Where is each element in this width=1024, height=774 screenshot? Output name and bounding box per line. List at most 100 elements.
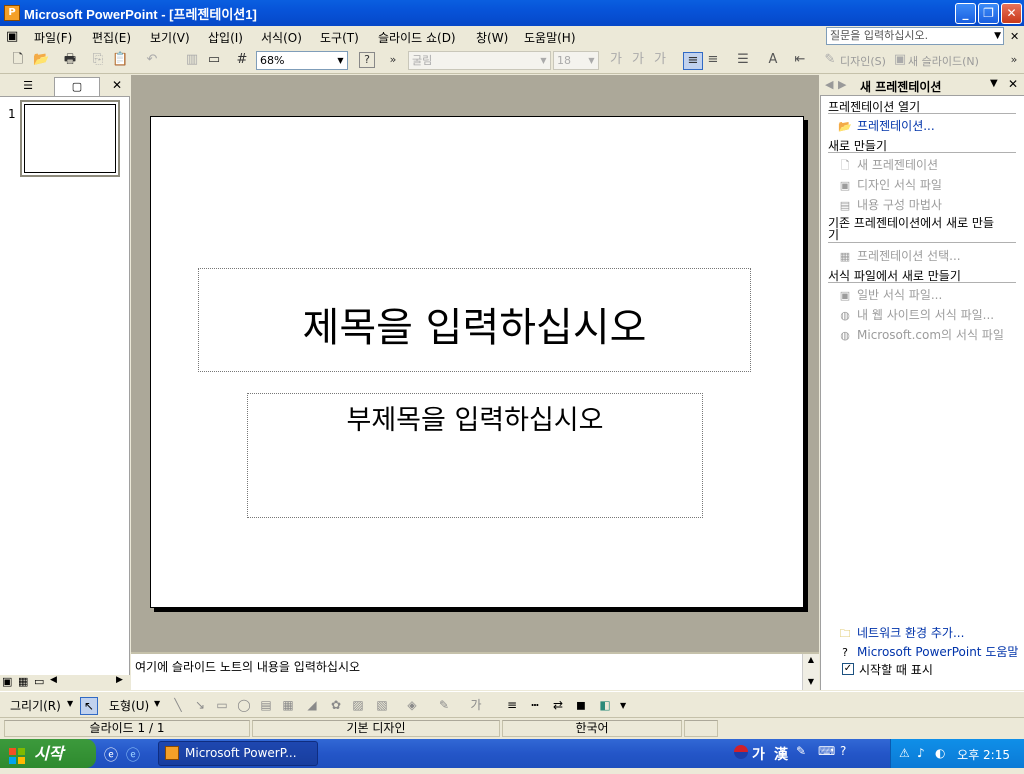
subtitle-placeholder[interactable]: 부제목을 입력하십시오 [247, 393, 703, 518]
bullets-icon[interactable]: ☰ [735, 52, 751, 68]
restore-button[interactable]: ❐ [978, 3, 999, 24]
help-icon[interactable]: ? [359, 52, 375, 68]
line-icon[interactable]: ╲ [170, 697, 186, 713]
online-templates-link[interactable]: ◍ Microsoft.com의 서식 파일 [837, 326, 1004, 343]
powerpoint-help-link[interactable]: ? Microsoft PowerPoint 도움말 [837, 643, 1018, 660]
line-style-icon[interactable]: ≡ [504, 697, 520, 713]
menu-slideshow[interactable]: 슬라이드 쇼(D) [378, 29, 456, 46]
forward-arrow-icon[interactable]: ▶ [838, 78, 846, 91]
volume-icon[interactable]: ♪ [917, 746, 925, 760]
oval-icon[interactable]: ◯ [236, 697, 252, 713]
internet-explorer-icon[interactable]: ⓔ [126, 745, 140, 765]
tab-slides[interactable]: ▢ [54, 77, 100, 96]
more-buttons-icon[interactable]: » [385, 52, 401, 68]
back-arrow-icon[interactable]: ◀ [825, 78, 833, 91]
powerpoint-icon[interactable]: P [4, 5, 20, 21]
autocontent-wizard-link[interactable]: ▤ 내용 구성 마법사 [837, 196, 942, 213]
rectangle-icon[interactable]: ▭ [214, 697, 230, 713]
more-buttons-icon[interactable]: » [1006, 52, 1022, 68]
close-button[interactable]: ✕ [1001, 3, 1022, 24]
select-objects-icon[interactable]: ↖ [80, 697, 98, 715]
general-templates-link[interactable]: ▣ 일반 서식 파일... [837, 286, 943, 303]
chevron-down-icon[interactable]: ▼ [334, 52, 347, 69]
notes-pane[interactable]: 여기에 슬라이드 노트의 내용을 입력하십시오 ▲ ▼ [131, 652, 819, 690]
close-icon[interactable]: ✕ [1008, 77, 1018, 91]
design-icon[interactable]: ✎ [822, 52, 838, 68]
design-template-link[interactable]: ▣ 디자인 서식 파일 [837, 176, 942, 193]
add-network-place-link[interactable]: 🗀 네트워크 환경 추가... [837, 624, 965, 644]
draw-menu-button[interactable]: 그리기(R) [10, 697, 61, 714]
new-icon[interactable]: 🗋 [10, 52, 26, 68]
chart-icon[interactable]: ▥ [184, 52, 200, 68]
align-center-icon[interactable]: ≡ [705, 52, 721, 68]
print-icon[interactable]: 🖶 [62, 52, 78, 68]
window-title-bar[interactable]: P Microsoft PowerPoint - [프레젠테이션1] _ ❐ ✕ [0, 0, 1024, 26]
ime-pad-icon[interactable]: ✎ [796, 744, 806, 758]
scroll-up-icon[interactable]: ▲ [803, 654, 819, 666]
grid-icon[interactable]: # [234, 52, 250, 68]
ime-mode-indicator[interactable]: 가 [752, 744, 765, 764]
copy-icon[interactable]: ⎘ [90, 52, 106, 68]
clipart-icon[interactable]: ✿ [328, 697, 344, 713]
notes-scrollbar[interactable]: ▲ ▼ [802, 654, 819, 690]
font-color-icon[interactable]: 가 [468, 697, 484, 713]
chevron-down-icon[interactable]: ▼ [994, 28, 1001, 44]
minimize-button[interactable]: _ [955, 3, 976, 24]
3d-icon[interactable]: ◧ [597, 697, 613, 713]
menu-window[interactable]: 창(W) [476, 29, 508, 46]
decrease-indent-icon[interactable]: ⇤ [792, 52, 808, 68]
tab-outline[interactable]: ☰ [6, 77, 50, 95]
undo-icon[interactable]: ↶ [144, 52, 160, 68]
menu-view[interactable]: 보기(V) [150, 29, 190, 46]
help-question-input[interactable]: 질문을 입력하십시오. ▼ [826, 27, 1004, 45]
menu-insert[interactable]: 삽입(I) [208, 29, 243, 46]
ime-help-icon[interactable]: ? [840, 744, 846, 758]
browser-icon[interactable]: ⓔ [104, 745, 118, 765]
new-blank-presentation-link[interactable]: 🗋 새 프레젠테이션 [837, 156, 939, 176]
menu-tools[interactable]: 도구(T) [320, 29, 359, 46]
text-box-icon[interactable]: ▤ [258, 697, 274, 713]
shadow-icon[interactable]: ◼ [573, 697, 589, 713]
insert-picture-icon[interactable]: ▧ [374, 697, 390, 713]
italic-icon[interactable]: 가 [630, 52, 646, 68]
normal-view-icon[interactable]: ▣ [2, 675, 12, 688]
taskbar-powerpoint-button[interactable]: Microsoft PowerP... [158, 741, 318, 766]
line-color-icon[interactable]: ✎ [436, 697, 452, 713]
close-icon[interactable]: ✕ [112, 78, 122, 92]
menu-close-icon[interactable]: ✕ [1010, 30, 1019, 43]
align-left-icon[interactable]: ≡ [683, 52, 703, 70]
slide-show-view-icon[interactable]: ▭ [34, 675, 44, 688]
korean-ime-icon[interactable] [734, 745, 748, 759]
fill-color-icon[interactable]: ◈ [404, 697, 420, 713]
increase-font-icon[interactable]: A [765, 52, 781, 68]
arrow-style-icon[interactable]: ⇄ [550, 697, 566, 713]
font-size-select[interactable]: 18 ▼ [553, 51, 599, 70]
bold-icon[interactable]: 가 [608, 52, 624, 68]
show-at-startup-checkbox[interactable]: ✓ [842, 663, 854, 675]
new-slide-icon[interactable]: ▣ [892, 52, 908, 68]
chevron-down-icon[interactable]: ▼ [67, 699, 73, 708]
menu-help[interactable]: 도움말(H) [524, 29, 576, 46]
wordart-icon[interactable]: ▦ [280, 697, 296, 713]
chevron-down-icon[interactable]: ▼ [620, 701, 626, 710]
menu-format[interactable]: 서식(O) [261, 29, 302, 46]
scroll-left-icon[interactable]: ◀ [50, 675, 57, 685]
clock[interactable]: 오후 2:15 [957, 746, 1010, 763]
web-templates-link[interactable]: ◍ 내 웹 사이트의 서식 파일... [837, 306, 994, 323]
start-button[interactable]: 시작 [0, 739, 96, 768]
chevron-down-icon[interactable]: ▼ [154, 699, 160, 708]
table-icon[interactable]: ▭ [206, 52, 222, 68]
slide-thumbnail[interactable] [20, 100, 120, 177]
chevron-down-icon[interactable]: ▼ [585, 52, 598, 69]
chevron-down-icon[interactable]: ▼ [990, 78, 998, 89]
tray-app-icon[interactable]: ◐ [935, 746, 945, 760]
diagram-icon[interactable]: ◢ [304, 697, 320, 713]
chevron-down-icon[interactable]: ▼ [537, 52, 550, 69]
menu-edit[interactable]: 편집(E) [92, 29, 131, 46]
choose-presentation-link[interactable]: ▦ 프레젠테이션 선택... [837, 247, 961, 264]
autoshapes-button[interactable]: 도형(U) [109, 697, 149, 714]
new-slide-button[interactable]: 새 슬라이드(N) [908, 53, 979, 69]
scroll-right-icon[interactable]: ▶ [116, 675, 123, 685]
design-button[interactable]: 디자인(S) [840, 53, 886, 69]
ime-hanja-indicator[interactable]: 漢 [774, 744, 788, 764]
